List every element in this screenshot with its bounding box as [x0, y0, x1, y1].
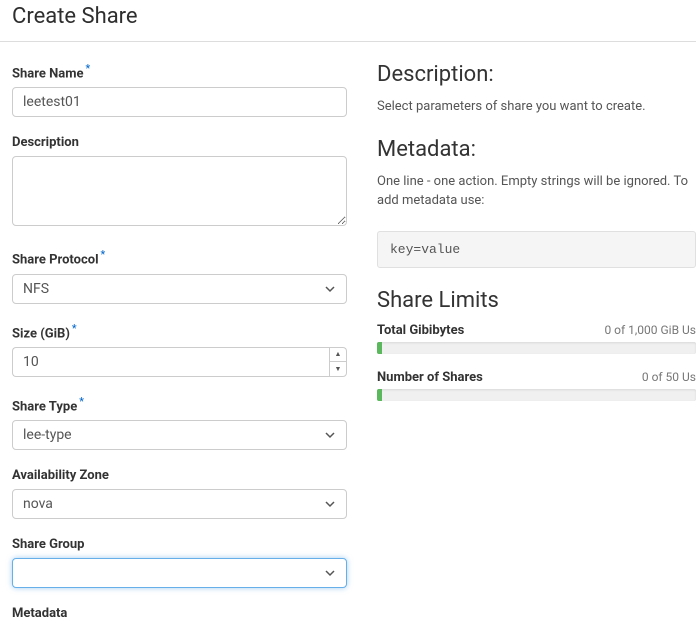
description-label: Description [12, 135, 347, 150]
size-increment-button[interactable]: ▲ [329, 347, 347, 362]
dialog-content: Share Name* Description Share Protocol* … [0, 42, 696, 639]
required-star-icon: * [79, 395, 84, 408]
info-column: Description: Select parameters of share … [377, 62, 696, 639]
share-group-select[interactable] [12, 558, 347, 588]
shares-progress [377, 389, 696, 401]
share-limits-heading: Share Limits [377, 288, 696, 313]
availability-zone-label: Availability Zone [12, 468, 347, 483]
size-stepper: ▲ ▼ [329, 347, 347, 377]
shares-progress-fill [377, 389, 382, 401]
form-column: Share Name* Description Share Protocol* … [12, 62, 347, 639]
share-type-select[interactable]: lee-type [12, 420, 347, 450]
share-name-label: Share Name* [12, 62, 347, 81]
gibibytes-progress-fill [377, 342, 382, 354]
metadata-code-example: key=value [377, 231, 696, 268]
share-name-input[interactable] [12, 87, 347, 117]
size-input[interactable] [12, 347, 329, 377]
metadata-heading: Metadata: [377, 137, 696, 162]
total-gibibytes-limit: Total Gibibytes 0 of 1,000 GiB Us [377, 323, 696, 354]
page-title: Create Share [12, 4, 684, 29]
share-name-group: Share Name* [12, 62, 347, 117]
gibibytes-label: Total Gibibytes [377, 323, 464, 338]
share-protocol-group: Share Protocol* NFS [12, 248, 347, 303]
shares-label: Number of Shares [377, 370, 483, 385]
gibibytes-value: 0 of 1,000 GiB Us [604, 323, 696, 338]
description-text: Select parameters of share you want to c… [377, 97, 696, 117]
size-label: Size (GiB)* [12, 322, 347, 341]
required-star-icon: * [86, 62, 91, 75]
description-group: Description [12, 135, 347, 230]
share-protocol-label: Share Protocol* [12, 248, 347, 267]
share-group-label: Share Group [12, 537, 347, 552]
required-star-icon: * [101, 248, 106, 261]
number-of-shares-limit: Number of Shares 0 of 50 Us [377, 370, 696, 401]
shares-value: 0 of 50 Us [642, 370, 696, 385]
description-heading: Description: [377, 62, 696, 87]
availability-zone-select[interactable]: nova [12, 489, 347, 519]
size-group: Size (GiB)* ▲ ▼ [12, 322, 347, 377]
share-group-group: Share Group [12, 537, 347, 588]
dialog-header: Create Share [0, 0, 696, 42]
gibibytes-progress [377, 342, 696, 354]
description-textarea[interactable] [12, 156, 347, 226]
required-star-icon: * [72, 322, 77, 335]
share-protocol-select[interactable]: NFS [12, 274, 347, 304]
share-type-group: Share Type* lee-type [12, 395, 347, 450]
availability-zone-group: Availability Zone nova [12, 468, 347, 519]
size-decrement-button[interactable]: ▼ [329, 361, 347, 377]
share-type-label: Share Type* [12, 395, 347, 414]
metadata-text: One line - one action. Empty strings wil… [377, 172, 696, 211]
